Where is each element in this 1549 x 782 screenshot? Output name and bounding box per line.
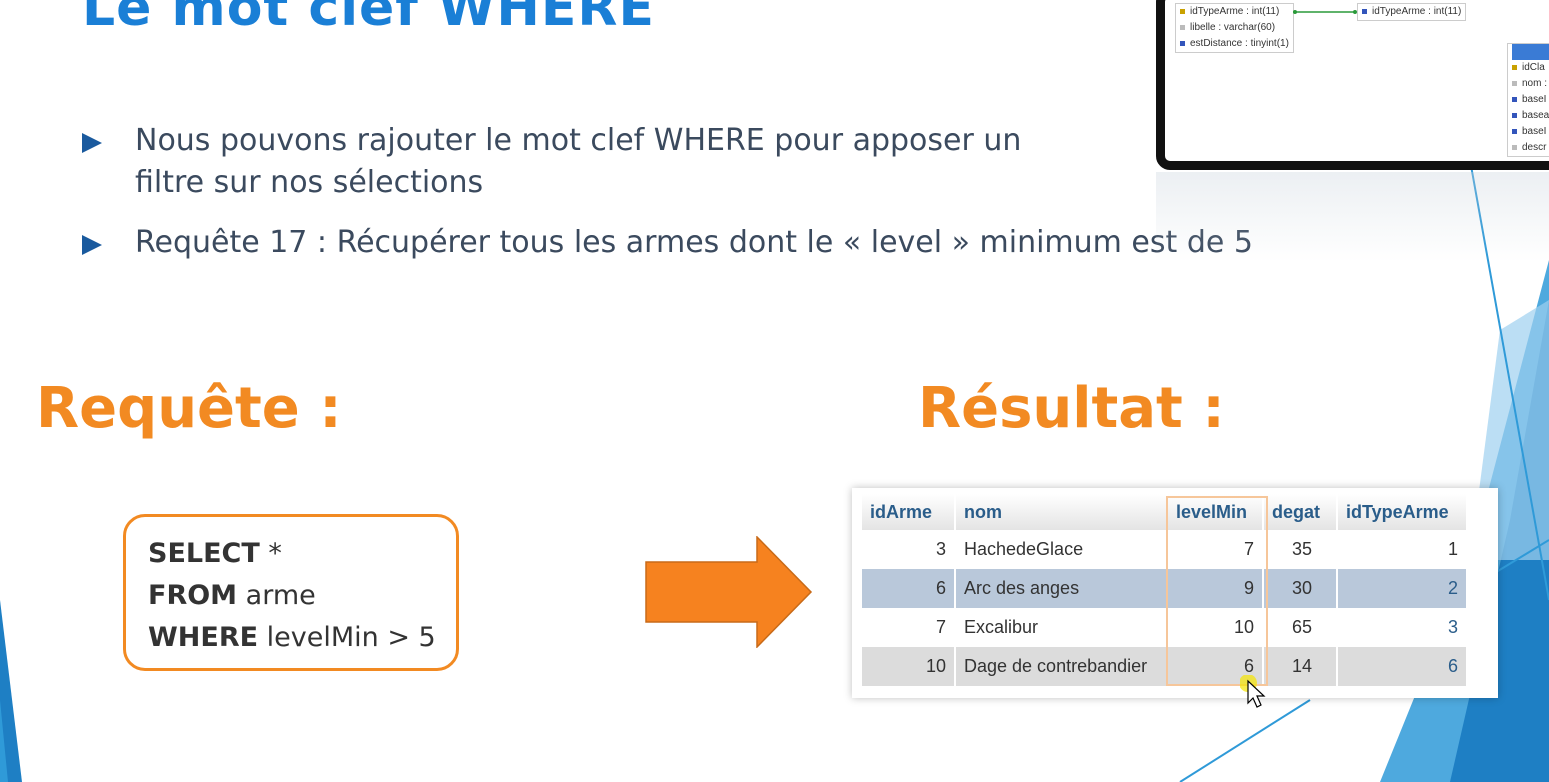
diagram-table: idTypeArme : int(11) libelle : varchar(6… bbox=[1175, 3, 1294, 53]
field-icon bbox=[1512, 112, 1517, 118]
bullet-item: Nous pouvons rajouter le mot clef WHERE … bbox=[82, 120, 1085, 204]
bullet-text: Requête 17 : Récupérer tous les armes do… bbox=[135, 225, 1253, 260]
table-cell: 35 bbox=[1263, 530, 1338, 569]
diagram-reflection bbox=[1156, 172, 1549, 262]
diagram-field: baseI bbox=[1512, 92, 1549, 108]
table-cell: 6 bbox=[862, 569, 956, 608]
sql-keyword: WHERE bbox=[148, 622, 259, 653]
diagram-field: idTypeArme : int(11) bbox=[1362, 4, 1461, 20]
table-header-row: idArme nom levelMin degat idTypeArme bbox=[862, 494, 1468, 530]
bullet-arrow-icon bbox=[82, 235, 102, 255]
table-cell: 3 bbox=[1337, 608, 1468, 647]
table-cell: 10 bbox=[1167, 608, 1264, 647]
field-icon bbox=[1512, 80, 1517, 86]
diagram-field: descr bbox=[1512, 140, 1549, 156]
sql-keyword: FROM bbox=[148, 580, 238, 611]
diagram-field: estDistance : tinyint(1) bbox=[1180, 36, 1289, 52]
field-icon bbox=[1512, 96, 1517, 102]
right-arrow-icon bbox=[645, 536, 813, 648]
field-icon bbox=[1180, 40, 1185, 46]
field-icon bbox=[1362, 8, 1367, 14]
table-row[interactable]: 7 Excalibur 10 65 3 bbox=[862, 608, 1468, 647]
diagram-table-header bbox=[1512, 44, 1549, 60]
sql-keyword: SELECT bbox=[148, 538, 260, 569]
table-cell: 3 bbox=[862, 530, 956, 569]
diagram-field: baseI bbox=[1512, 124, 1549, 140]
table-cell: 65 bbox=[1263, 608, 1338, 647]
table-cell: 7 bbox=[862, 608, 956, 647]
result-table-panel: idArme nom levelMin degat idTypeArme 3 H… bbox=[852, 488, 1498, 698]
table-cell: 6 bbox=[1337, 647, 1468, 686]
field-icon bbox=[1512, 128, 1517, 134]
diagram-table: idTypeArme : int(11) bbox=[1357, 3, 1467, 21]
key-icon bbox=[1180, 8, 1185, 14]
table-row[interactable]: 6 Arc des anges 9 30 2 bbox=[862, 569, 1468, 608]
bullet-arrow-icon bbox=[82, 133, 102, 153]
diagram-field: basea bbox=[1512, 108, 1549, 124]
sql-text: * bbox=[259, 538, 282, 569]
field-icon bbox=[1180, 24, 1185, 30]
table-cell: Arc des anges bbox=[955, 569, 1168, 608]
bullet-item: Requête 17 : Récupérer tous les armes do… bbox=[82, 222, 1342, 264]
sql-line: WHERE levelMin > 5 bbox=[148, 617, 456, 659]
field-icon bbox=[1512, 144, 1517, 150]
bullet-text: Nous pouvons rajouter le mot clef WHERE … bbox=[135, 123, 1022, 200]
result-table: idArme nom levelMin degat idTypeArme 3 H… bbox=[862, 494, 1468, 686]
table-cell: 2 bbox=[1337, 569, 1468, 608]
mouse-cursor-icon bbox=[1240, 675, 1266, 708]
table-cell: 10 bbox=[862, 647, 956, 686]
query-heading: Requête : bbox=[36, 376, 342, 441]
diagram-field: libelle : varchar(60) bbox=[1180, 20, 1289, 36]
table-cell: 9 bbox=[1167, 569, 1264, 608]
sql-text: levelMin > 5 bbox=[258, 622, 436, 653]
column-header[interactable]: degat bbox=[1263, 494, 1338, 530]
table-cell: HachedeGlace bbox=[955, 530, 1168, 569]
key-icon bbox=[1512, 64, 1517, 70]
diagram-table: idCla nom : baseI basea baseI descr bbox=[1507, 43, 1549, 157]
column-header[interactable]: idArme bbox=[862, 494, 956, 530]
relation-line-icon bbox=[1293, 10, 1357, 14]
schema-diagram-window: idTypeArme : int(11) libelle : varchar(6… bbox=[1156, 0, 1549, 170]
table-cell: 14 bbox=[1263, 647, 1338, 686]
table-cell: 1 bbox=[1337, 530, 1468, 569]
table-row[interactable]: 3 HachedeGlace 7 35 1 bbox=[862, 530, 1468, 569]
diagram-field: idTypeArme : int(11) bbox=[1180, 4, 1289, 20]
column-header[interactable]: idTypeArme bbox=[1337, 494, 1468, 530]
bullet-list: Nous pouvons rajouter le mot clef WHERE … bbox=[82, 120, 1342, 282]
table-cell: 7 bbox=[1167, 530, 1264, 569]
table-cell: Dage de contrebandier bbox=[955, 647, 1168, 686]
slide-title: Le mot clef WHERE bbox=[82, 0, 655, 38]
column-header[interactable]: levelMin bbox=[1167, 494, 1264, 530]
diagram-field: nom : bbox=[1512, 76, 1549, 92]
table-cell: 30 bbox=[1263, 569, 1338, 608]
table-row[interactable]: 10 Dage de contrebandier 6 14 6 bbox=[862, 647, 1468, 686]
table-cell: Excalibur bbox=[955, 608, 1168, 647]
sql-line: SELECT * bbox=[148, 533, 456, 575]
column-header[interactable]: nom bbox=[955, 494, 1168, 530]
sql-text: arme bbox=[237, 580, 316, 611]
diagram-field: idCla bbox=[1512, 60, 1549, 76]
sql-query-box: SELECT * FROM arme WHERE levelMin > 5 bbox=[123, 514, 459, 671]
result-heading: Résultat : bbox=[918, 376, 1225, 441]
sql-line: FROM arme bbox=[148, 575, 456, 617]
